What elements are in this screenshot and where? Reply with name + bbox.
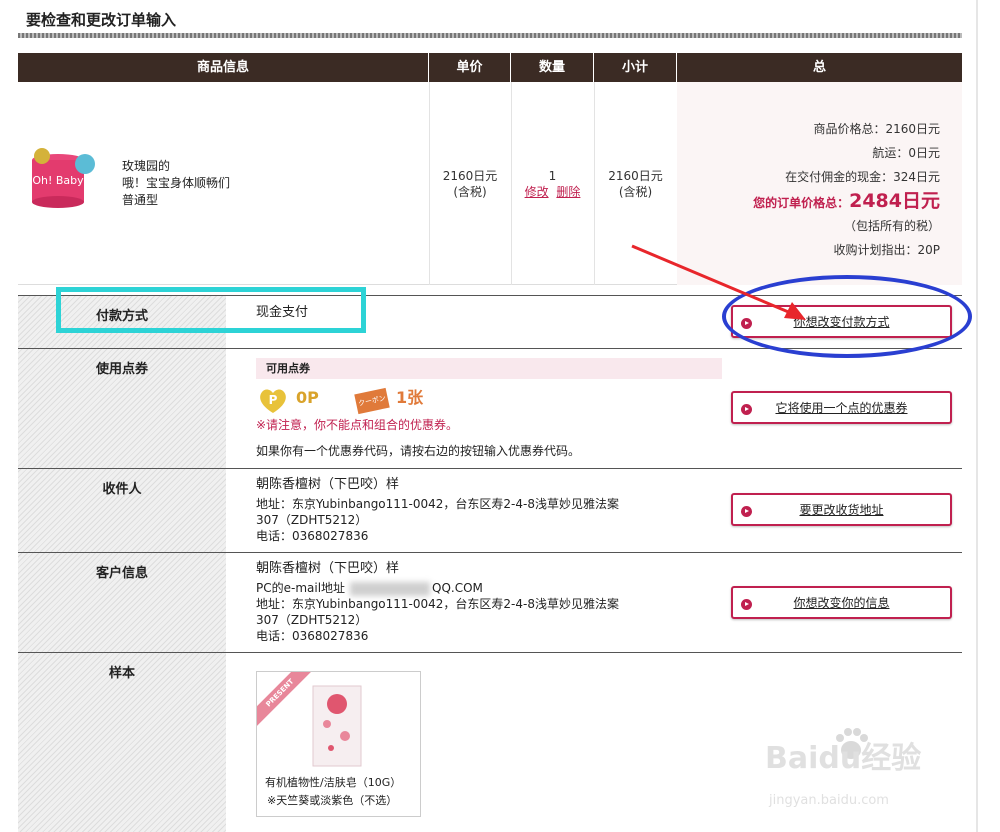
redacted-email <box>350 582 430 596</box>
baidu-watermark: Baidu经验 jingyan.baidu.com <box>765 726 955 816</box>
header-total: 总 <box>812 60 826 75</box>
recipient-phone: 电话：0368027836 <box>256 529 369 543</box>
product-image: Oh! Baby <box>32 148 95 208</box>
product-name-line: 哦！宝宝身体顺畅们 <box>122 176 231 190</box>
sample-label: 样本 <box>108 666 135 681</box>
present-ribbon: PRESENT <box>257 672 317 732</box>
arrow-bullet-icon <box>741 404 752 415</box>
header-unit-price: 单价 <box>429 53 511 82</box>
page-title: 要检查和更改订单输入 <box>26 11 177 29</box>
payment-label: 付款方式 <box>95 309 148 324</box>
subtotal-cell: 2160日元 (含税) <box>594 168 677 200</box>
section-divider <box>18 552 962 553</box>
page-edge-line <box>976 0 978 832</box>
header-product-info: 商品信息 <box>18 53 429 82</box>
change-address-label: 要更改收货地址 <box>799 503 884 517</box>
use-coupon-label: 它将使用一个点的优惠券 <box>775 401 908 415</box>
title-divider <box>18 33 962 38</box>
use-coupon-button[interactable]: 它将使用一个点的优惠券 <box>731 391 952 424</box>
section-divider <box>18 468 962 469</box>
product-image-label: Oh! Baby <box>32 174 84 187</box>
product-name-line: 普通型 <box>122 193 159 207</box>
edit-quantity-link[interactable]: 修改 <box>525 185 549 199</box>
product-row: Oh! Baby 玫瑰园的 哦！宝宝身体顺畅们 普通型 2160日元 (含税) … <box>18 82 962 285</box>
quantity-value: 1 <box>548 169 557 183</box>
change-payment-button[interactable]: 你想改变付款方式 <box>731 305 952 338</box>
shipping-fee: 航运：0日元 <box>872 146 940 160</box>
quantity-actions: 修改 删除 <box>511 184 594 200</box>
payment-method-value: 现金支付 <box>256 305 309 320</box>
sample-name-line1: 有机植物性/洁肤皂（10G） <box>265 776 402 789</box>
available-points-banner: 可用点券 <box>256 358 722 379</box>
customer-phone: 电话：0368027836 <box>256 629 369 643</box>
soap-package-image <box>312 685 362 767</box>
svg-text:P: P <box>269 393 278 407</box>
section-divider <box>18 348 962 349</box>
delete-item-link[interactable]: 删除 <box>556 185 580 199</box>
points-label: 使用点券 <box>95 362 148 377</box>
arrow-bullet-icon <box>741 599 752 610</box>
points-p-icon: P <box>260 389 286 413</box>
unit-price-note: (含税) <box>453 185 487 199</box>
cod-fee: 在交付佣金的现金：324日元 <box>785 170 940 184</box>
recipient-label: 收件人 <box>102 482 142 497</box>
arrow-bullet-icon <box>741 506 752 517</box>
totals-cell: 商品价格总：2160日元 航运：0日元 在交付佣金的现金：324日元 您的订单价… <box>677 82 962 285</box>
coupon-code-info: 如果你有一个优惠券代码，请按右边的按钮输入优惠券代码。 <box>256 444 581 458</box>
watermark-brand: Baidu经验 <box>765 741 922 776</box>
present-tag: PRESENT <box>257 672 317 730</box>
coupon-count: 1张 <box>396 388 424 407</box>
product-name: 玫瑰园的 哦！宝宝身体顺畅们 普通型 <box>122 158 234 209</box>
recipient-name: 朝陈香檀树（下巴咬）样 <box>256 477 400 492</box>
sample-name-line2: ※天竺葵或淡紫色（不选） <box>267 794 398 807</box>
goods-total: 商品价格总：2160日元 <box>813 122 940 136</box>
points-warning: ※请注意，你不能点和组合的优惠券。 <box>256 418 459 432</box>
points-value: 0P <box>296 388 319 407</box>
coupon-ticket-icon: クーポン <box>354 387 390 415</box>
order-total-value: 2484日元 <box>849 190 940 212</box>
change-address-button[interactable]: 要更改收货地址 <box>731 493 952 526</box>
section-divider <box>18 295 962 296</box>
order-total-label: 您的订单价格总： <box>753 196 850 210</box>
watermark-url: jingyan.baidu.com <box>769 793 889 808</box>
header-quantity: 数量 <box>511 53 594 82</box>
tax-note: （包括所有的税） <box>843 219 940 233</box>
points-earned: 收购计划指出：20P <box>833 243 940 257</box>
section-divider <box>18 652 962 653</box>
customer-info-label: 客户信息 <box>95 566 148 581</box>
change-payment-label: 你想改变付款方式 <box>793 315 890 329</box>
subtotal: 2160日元 <box>608 169 663 183</box>
product-name-line: 玫瑰园的 <box>122 159 171 173</box>
unit-price: 2160日元 <box>442 169 498 183</box>
arrow-bullet-icon <box>741 318 752 329</box>
sample-card[interactable]: PRESENT 有机植物性/洁肤皂（10G） ※天竺葵或淡紫色（不选） <box>256 671 421 817</box>
customer-name: 朝陈香檀树（下巴咬）样 <box>256 561 400 576</box>
header-subtotal: 小计 <box>594 53 677 82</box>
quantity-cell: 1 修改 删除 <box>511 168 594 200</box>
unit-price-cell: 2160日元 (含税) <box>429 168 511 200</box>
order-table-header: 商品信息 单价 数量 小计 总 <box>18 53 962 82</box>
order-total: 您的订单价格总：2484日元 <box>753 186 940 213</box>
change-info-button[interactable]: 你想改变你的信息 <box>731 586 952 619</box>
subtotal-note: (含税) <box>618 185 653 199</box>
order-confirmation-page: 要检查和更改订单输入 商品信息 单价 数量 小计 总 Oh! Baby 玫瑰园的… <box>0 0 1000 832</box>
change-info-label: 你想改变你的信息 <box>793 596 890 610</box>
